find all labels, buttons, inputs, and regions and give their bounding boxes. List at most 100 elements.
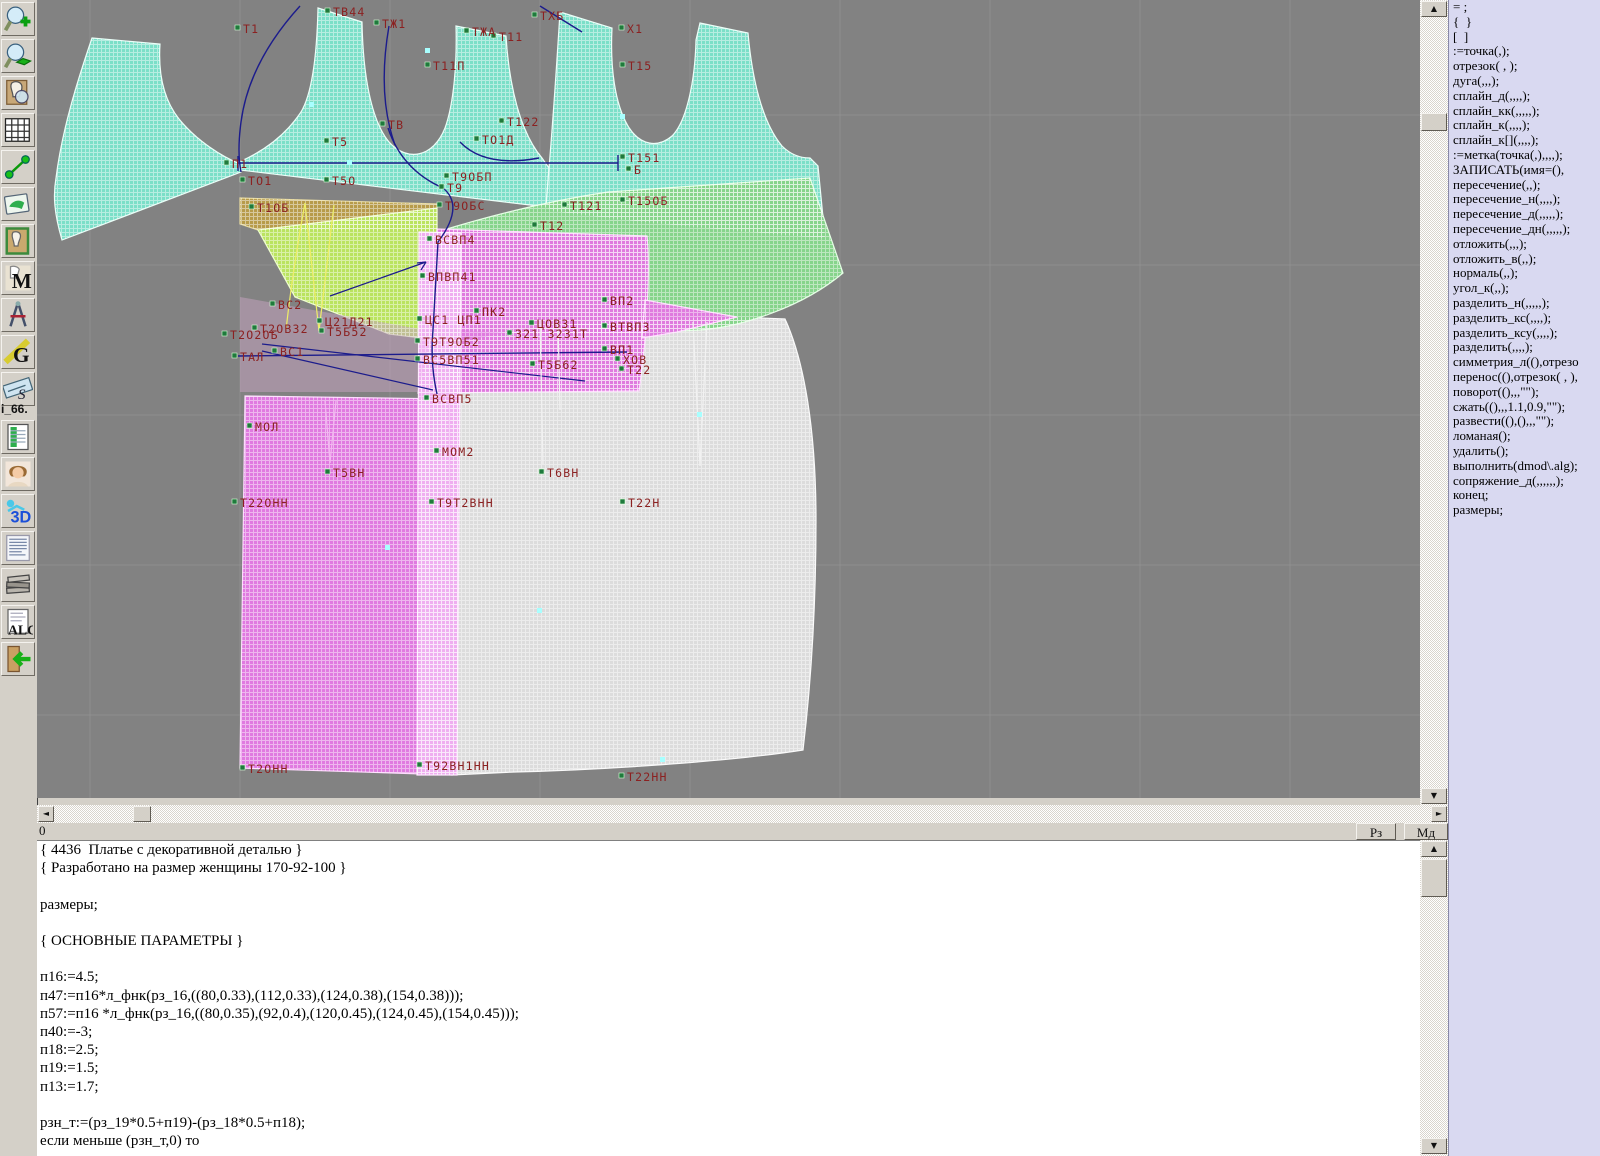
pattern-canvas[interactable]: Т1 ТВ44 ТЖ1 ТХБ Х1 ТЖА Т11 Т11П Т15 ТВ Т122 Т5 ТО1Д Т… [37,0,1420,798]
canvas-scroll-right-icon[interactable]: ► [1431,806,1447,822]
canvas-scroll-down-icon[interactable]: ▼ [1421,788,1447,804]
editor-scroll-down-icon[interactable]: ▼ [1421,1138,1447,1154]
command-item[interactable]: разделить_н(,,,,,); [1449,295,1600,311]
code-line[interactable] [37,1096,1420,1114]
command-item[interactable]: разделить_ксу(,,,,); [1449,325,1600,341]
code-line[interactable] [37,914,1420,932]
svg-text:Б: Б [634,163,642,177]
svg-text:Т12: Т12 [540,219,564,233]
s-ruler-icon[interactable]: S [1,372,35,406]
svg-text:Т15: Т15 [628,59,652,73]
map-view-icon[interactable] [1,187,35,221]
command-item[interactable]: ЗАПИСАТЬ(имя=(), [1449,162,1600,178]
canvas-scroll-up-icon[interactable]: ▲ [1421,1,1447,17]
command-item[interactable]: сопряжение_д(,,,,,,); [1449,473,1600,489]
code-line[interactable]: п18:=2.5; [37,1041,1420,1059]
command-item[interactable]: перенос((),отрезок( , ), [1449,369,1600,385]
pattern-card-icon[interactable] [1,224,35,258]
svg-text:ТЖА: ТЖА [472,25,496,39]
svg-text:Т9: Т9 [447,181,463,195]
text-list-icon[interactable] [1,531,35,565]
code-line[interactable]: п47:=п16*л_фнк(рз_16,((80,0.33),(112,0.3… [37,987,1420,1005]
compass-icon[interactable] [1,298,35,332]
command-item[interactable]: размеры; [1449,502,1600,518]
canvas-scroll-left-icon[interactable]: ◄ [38,806,54,822]
command-item[interactable]: сплайн_д(,,,,); [1449,88,1600,104]
editor-scroll-up-icon[interactable]: ▲ [1421,841,1447,857]
svg-text:ТВ: ТВ [388,118,404,132]
code-line[interactable]: п13:=1.7; [37,1078,1420,1096]
code-line[interactable] [37,877,1420,895]
code-line[interactable]: рзн_т:=(рз_19*0.5+п19)-(рз_18*0.5+п18); [37,1114,1420,1132]
code-line[interactable]: п16:=4.5; [37,968,1420,986]
table-icon[interactable] [1,420,35,454]
md-button[interactable]: Мд [1404,823,1448,840]
grid-icon[interactable] [1,113,35,147]
command-item[interactable]: угол_к(,,); [1449,280,1600,296]
command-item[interactable]: поворот((),,,""); [1449,384,1600,400]
code-line[interactable]: п40:=-3; [37,1023,1420,1041]
piece-texture [54,38,241,240]
command-item[interactable]: :=точка(,); [1449,44,1600,59]
svg-text:Т11П: Т11П [433,59,466,73]
command-item[interactable]: пересечение_д(,,,,,); [1449,206,1600,222]
code-line[interactable] [37,950,1420,968]
code-line[interactable]: если меньше (рзн_т,0) то [37,1132,1420,1150]
zoom-out-icon[interactable] [1,39,35,73]
command-item[interactable]: развести((),(),,,""); [1449,414,1600,429]
canvas-vscroll-thumb[interactable] [1421,113,1447,131]
svg-text:МОЛ: МОЛ [255,420,279,434]
command-item[interactable]: симметрия_л((),отрезо [1449,354,1600,370]
command-item[interactable]: разделить(,,,,); [1449,340,1600,355]
svg-text:Т9ОБС: Т9ОБС [445,199,486,213]
view-pattern-icon[interactable] [1,76,35,110]
command-item[interactable]: :=метка(точка(,),,,,); [1449,147,1600,163]
portrait-icon[interactable] [1,457,35,491]
command-item[interactable]: разделить_кс(,,,,); [1449,310,1600,326]
alg-doc-icon[interactable]: ALG [1,605,35,639]
code-line[interactable]: { 4436 Платье с декоративной деталью } [37,841,1420,859]
command-item[interactable]: сплайн_кк(,,,,,); [1449,103,1600,119]
command-item[interactable]: отрезок( , ); [1449,58,1600,74]
command-item[interactable]: сплайн_к(,,,,); [1449,118,1600,133]
code-line[interactable]: { ОСНОВНЫЕ ПАРАМЕТРЫ } [37,932,1420,950]
command-item[interactable]: сжать((),,,1.1,0.9,""); [1449,399,1600,415]
g-ruler-icon[interactable]: G [1,335,35,369]
command-item[interactable]: = ; [1449,0,1600,15]
status-row: 0 Рз Мд [37,823,1448,840]
segment-icon[interactable] [1,150,35,184]
measure-m-icon[interactable]: M [1,261,35,295]
code-line[interactable]: п19:=1.5; [37,1059,1420,1077]
command-item[interactable]: нормаль(,,); [1449,266,1600,281]
command-item[interactable]: выполнить(dmod\.alg); [1449,458,1600,474]
rz-button[interactable]: Рз [1356,823,1396,840]
canvas-hscroll-thumb[interactable] [133,806,151,822]
code-line[interactable]: { Разработано на размер женщины 170-92-1… [37,859,1420,877]
command-item[interactable]: дуга(,,,); [1449,73,1600,89]
command-item[interactable]: удалить(); [1449,443,1600,459]
command-item[interactable]: пересечение(,,); [1449,177,1600,193]
command-item[interactable]: пересечение_н(,,,,); [1449,192,1600,207]
command-item[interactable]: пересечение_дн(,,,,,); [1449,221,1600,237]
command-item[interactable]: отложить_в(,,); [1449,251,1600,267]
svg-text:ПК2: ПК2 [482,305,506,319]
svg-text:G: G [13,343,30,367]
algorithm-editor[interactable]: { 4436 Платье с декоративной деталью }{ … [37,840,1420,1156]
command-list-panel: = ;{ }[ ]:=точка(,); отрезок( , ); дуга(,,… [1448,0,1600,1156]
books-icon[interactable] [1,568,35,602]
command-item[interactable]: [ ] [1449,29,1600,45]
exit-icon[interactable] [1,642,35,676]
zoom-in-icon[interactable] [1,2,35,36]
command-item[interactable]: { } [1449,14,1600,30]
svg-text:ТХБ: ТХБ [540,9,564,23]
command-item[interactable]: ломаная(); [1449,428,1600,444]
command-item[interactable]: сплайн_к[](,,,,); [1449,132,1600,148]
canvas-hscrollbar[interactable] [37,805,1448,823]
command-item[interactable]: отложить(,,,); [1449,236,1600,252]
command-item[interactable]: конец; [1449,487,1600,503]
3d-icon[interactable]: 3D [1,494,35,528]
code-line[interactable]: размеры; [37,896,1420,914]
code-line[interactable]: п57:=п16 *л_фнк(рз_16,((80,0.35),(92,0.4… [37,1005,1420,1023]
svg-text:ВС2: ВС2 [278,298,302,312]
editor-vscroll-thumb[interactable] [1421,859,1447,897]
